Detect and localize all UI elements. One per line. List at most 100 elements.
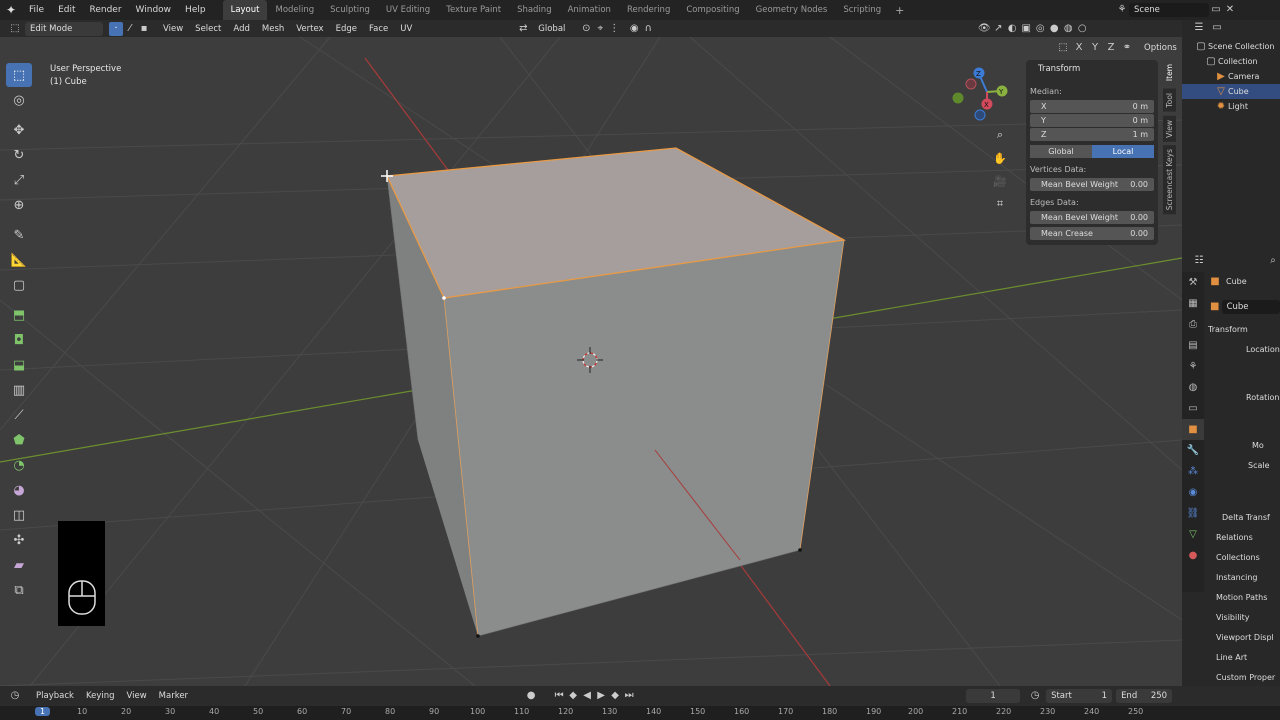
prev-keyframe-icon[interactable]: ◆	[566, 689, 580, 703]
menu-view[interactable]: View	[157, 24, 189, 34]
start-frame-field[interactable]: Start 1	[1046, 688, 1113, 703]
xray-icon[interactable]: ▣	[1019, 22, 1033, 36]
motion-paths-section[interactable]: Motion Paths	[1208, 588, 1280, 608]
tab-rendering[interactable]: Rendering	[619, 0, 678, 20]
tab-texture-paint[interactable]: Texture Paint	[438, 0, 509, 20]
scene-icon[interactable]: ⚘	[1115, 3, 1129, 17]
play-reverse-icon[interactable]: ◀	[580, 689, 594, 703]
measure-tool-icon[interactable]: 📐	[6, 248, 32, 272]
wireframe-shading-icon[interactable]: ◎	[1033, 22, 1047, 36]
custom-properties-section[interactable]: Custom Proper	[1208, 668, 1280, 688]
edge-slide-tool-icon[interactable]: ◫	[6, 503, 32, 527]
orientation-icon[interactable]: ⇄	[516, 22, 530, 36]
menu-window[interactable]: Window	[129, 0, 179, 20]
orientation-dropdown[interactable]: Global	[533, 22, 573, 36]
zoom-icon[interactable]: ⌕	[990, 125, 1010, 145]
face-select-icon[interactable]: ▪	[137, 22, 151, 36]
navigation-gizmo[interactable]: Z Y X	[952, 67, 1008, 121]
output-tab-icon[interactable]: ⎙	[1182, 314, 1204, 335]
outliner-editor-icon[interactable]: ☰	[1192, 21, 1206, 35]
tab-tool[interactable]: Tool	[1163, 89, 1176, 112]
edge-bevel-weight-field[interactable]: Mean Bevel Weight 0.00	[1030, 211, 1154, 224]
search-icon[interactable]: ⌕	[1266, 254, 1280, 268]
delta-transform-section[interactable]: Delta Transf	[1208, 508, 1280, 528]
tab-geometry-nodes[interactable]: Geometry Nodes	[748, 0, 836, 20]
line-art-section[interactable]: Line Art	[1208, 648, 1280, 668]
tab-compositing[interactable]: Compositing	[678, 0, 747, 20]
collections-section[interactable]: Collections	[1208, 548, 1280, 568]
visibility-section[interactable]: Visibility	[1208, 608, 1280, 628]
move-tool-icon[interactable]: ✥	[6, 118, 32, 142]
extrude-tool-icon[interactable]: ⬒	[6, 303, 32, 327]
global-button[interactable]: Global	[1030, 145, 1092, 158]
menu-marker[interactable]: Marker	[153, 691, 194, 701]
gizmo-icon[interactable]: ↗	[991, 22, 1005, 36]
vertex-point[interactable]	[476, 634, 480, 638]
add-cube-tool-icon[interactable]: ▢	[6, 273, 32, 297]
shrink-fatten-tool-icon[interactable]: ✣	[6, 528, 32, 552]
solid-shading-icon[interactable]: ●	[1047, 22, 1061, 36]
viewport-display-section[interactable]: Viewport Displ	[1208, 628, 1280, 648]
material-shading-icon[interactable]: ◍	[1061, 22, 1075, 36]
menu-help[interactable]: Help	[178, 0, 213, 20]
axis-y-toggle[interactable]: Y	[1088, 41, 1102, 55]
tab-sculpting[interactable]: Sculpting	[322, 0, 378, 20]
timeline-ruler[interactable]: 1 10 20 30 40 50 60 70 80 90 100 110 120…	[0, 706, 1280, 720]
jump-end-icon[interactable]: ⏭	[622, 689, 636, 703]
camera-view-icon[interactable]: 🎥	[990, 171, 1010, 191]
loop-cut-tool-icon[interactable]: ▥	[6, 378, 32, 402]
menu-face[interactable]: Face	[363, 24, 394, 34]
menu-mesh[interactable]: Mesh	[256, 24, 290, 34]
object-data-name[interactable]: Cube	[1221, 300, 1280, 314]
next-keyframe-icon[interactable]: ◆	[608, 689, 622, 703]
rendered-shading-icon[interactable]: ○	[1075, 22, 1089, 36]
world-tab-icon[interactable]: ◍	[1182, 377, 1204, 398]
visibility-icon[interactable]: 👁	[977, 22, 991, 36]
menu-edit[interactable]: Edit	[51, 0, 82, 20]
inset-tool-icon[interactable]: ◘	[6, 328, 32, 352]
proportional-edit-icon[interactable]: ◉	[627, 22, 641, 36]
axis-z-toggle[interactable]: Z	[1104, 41, 1118, 55]
menu-render[interactable]: Render	[83, 0, 129, 20]
tab-animation[interactable]: Animation	[560, 0, 619, 20]
bevel-tool-icon[interactable]: ⬓	[6, 353, 32, 377]
transform-tool-icon[interactable]: ⊕	[6, 193, 32, 217]
modifier-tab-icon[interactable]: 🔧	[1182, 440, 1204, 461]
timeline-editor-icon[interactable]: ◷	[8, 689, 22, 703]
data-tab-icon[interactable]: ▽	[1182, 524, 1204, 545]
menu-timeline-view[interactable]: View	[121, 691, 153, 701]
axis-x-toggle[interactable]: X	[1072, 41, 1086, 55]
scene-browse-icon[interactable]: ▭	[1209, 3, 1223, 17]
vertex-select-icon[interactable]: ·	[109, 21, 123, 36]
snap-icon[interactable]: ⌖	[593, 22, 607, 36]
options-dropdown[interactable]: Options	[1139, 41, 1182, 55]
menu-select[interactable]: Select	[189, 24, 227, 34]
instancing-section[interactable]: Instancing	[1208, 568, 1280, 588]
end-frame-field[interactable]: End 250	[1116, 688, 1173, 703]
blender-logo-icon[interactable]: ✦	[0, 3, 22, 17]
display-mode-icon[interactable]: ▭	[1210, 21, 1224, 35]
menu-vertex[interactable]: Vertex	[290, 24, 329, 34]
median-x-field[interactable]: X 0 m	[1030, 100, 1154, 113]
close-icon[interactable]: ✕	[1223, 3, 1237, 17]
current-frame-field[interactable]: 1	[966, 688, 1021, 703]
outliner-item-light[interactable]: ✹ Light	[1182, 99, 1280, 114]
pivot-icon[interactable]: ⊙	[579, 22, 593, 36]
overlay-icon[interactable]: ◐	[1005, 22, 1019, 36]
gizmo-neg-y-icon[interactable]	[952, 92, 964, 104]
menu-uv[interactable]: UV	[394, 24, 418, 34]
vertex-point[interactable]	[442, 296, 446, 300]
scene-tab-icon[interactable]: ⚘	[1182, 356, 1204, 377]
material-tab-icon[interactable]: ●	[1182, 545, 1204, 566]
select-box-tool-icon[interactable]: ⬚	[6, 63, 32, 87]
vertex-bevel-weight-field[interactable]: Mean Bevel Weight 0.00	[1030, 178, 1154, 191]
collection-row[interactable]: ▢ Collection	[1182, 54, 1280, 69]
tab-modeling[interactable]: Modeling	[267, 0, 322, 20]
editor-type-icon[interactable]: ⬚	[8, 22, 22, 36]
collection-tab-icon[interactable]: ▭	[1182, 398, 1204, 419]
menu-file[interactable]: File	[22, 0, 51, 20]
poly-build-tool-icon[interactable]: ⬟	[6, 428, 32, 452]
edge-select-icon[interactable]: ⁄	[123, 22, 137, 36]
menu-playback[interactable]: Playback	[30, 691, 80, 701]
view-layer-tab-icon[interactable]: ▤	[1182, 335, 1204, 356]
